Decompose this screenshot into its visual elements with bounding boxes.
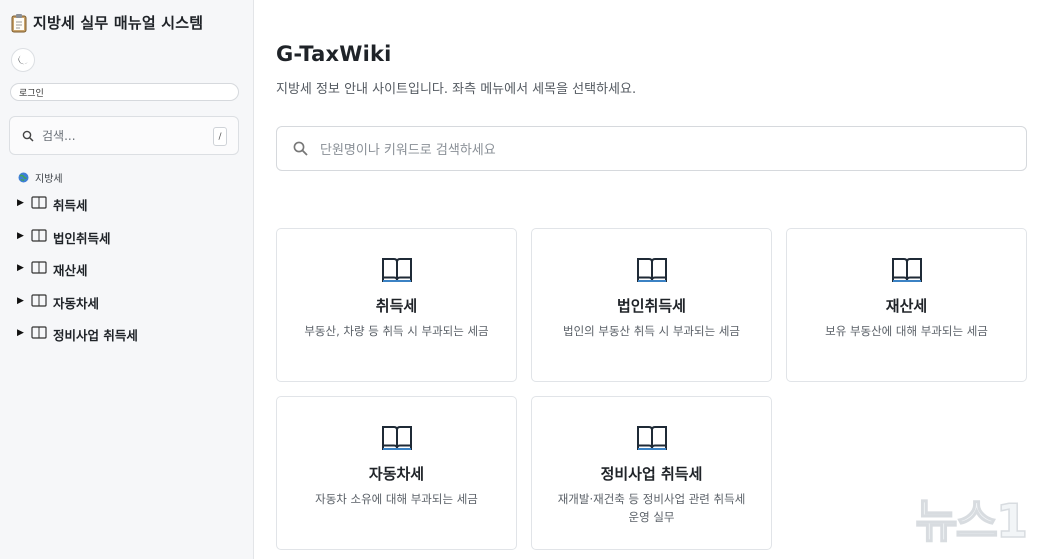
sidebar-item-vehicle-tax[interactable]: ▶ 자동차세 xyxy=(17,291,138,324)
open-book-icon xyxy=(381,258,412,282)
book-outline-icon xyxy=(31,261,47,274)
sidebar-item-label: 정비사업 취득세 xyxy=(53,328,138,343)
clipboard-icon xyxy=(11,13,27,32)
sidebar-item-acquisition-tax[interactable]: ▶ 취득세 xyxy=(17,193,138,226)
sidebar-item-label: 자동차세 xyxy=(53,295,100,311)
watermark-text: 뉴스1 xyxy=(915,493,1029,549)
section-label-text: 지방세 xyxy=(35,174,63,185)
open-book-icon xyxy=(381,426,412,450)
page-subtitle: 지방세 정보 안내 사이트입니다. 좌측 메뉴에서 세목을 선택하세요. xyxy=(276,82,637,97)
news-watermark: 뉴스1 xyxy=(915,485,1029,551)
sidebar-item-label: 법인취득세 xyxy=(53,230,111,246)
sidebar-tree: ▶ 취득세 ▶ 법인취득세 ▶ 재산세 ▶ 자동차세 ▶ 정비사업 취득세 xyxy=(17,193,138,356)
section-label: 지방세 xyxy=(18,170,63,185)
sidebar-search-placeholder: 검색... xyxy=(42,129,76,143)
search-icon xyxy=(293,141,308,156)
card-title: 정비사업 취득세 xyxy=(600,465,703,483)
card-title: 법인취득세 xyxy=(616,297,686,315)
card-description: 법인의 부동산 취득 시 부과되는 세금 xyxy=(563,324,740,338)
card-title: 자동차세 xyxy=(368,465,425,483)
card-acquisition-tax[interactable]: 취득세 부동산, 차량 등 취득 시 부과되는 세금 xyxy=(276,228,517,382)
sidebar-item-property-tax[interactable]: ▶ 재산세 xyxy=(17,258,138,291)
sidebar-item-corporate-acquisition-tax[interactable]: ▶ 법인취득세 xyxy=(17,226,138,259)
open-book-icon xyxy=(636,426,667,450)
theme-toggle-button[interactable] xyxy=(11,48,35,72)
search-shortcut-key: / xyxy=(213,127,227,146)
card-description: 자동차 소유에 대해 부과되는 세금 xyxy=(315,492,478,506)
book-outline-icon xyxy=(31,196,47,209)
card-description: 부동산, 차량 등 취득 시 부과되는 세금 xyxy=(304,324,489,338)
triangle-right-icon[interactable]: ▶ xyxy=(17,231,25,241)
triangle-right-icon[interactable]: ▶ xyxy=(17,263,25,273)
app-title[interactable]: 지방세 실무 매뉴얼 시스템 xyxy=(11,12,203,33)
sidebar-item-label: 취득세 xyxy=(53,198,88,213)
card-description: 보유 부동산에 대해 부과되는 세금 xyxy=(825,324,988,338)
app-title-text: 지방세 실무 매뉴얼 시스템 xyxy=(33,14,204,32)
book-outline-icon xyxy=(31,293,47,307)
card-description: 재개발·재건축 등 정비사업 관련 취득세 운영 실무 xyxy=(557,492,746,524)
login-button[interactable]: 로그인 xyxy=(10,83,239,101)
triangle-right-icon[interactable]: ▶ xyxy=(17,198,25,208)
book-outline-icon xyxy=(31,326,47,339)
card-vehicle-tax[interactable]: 자동차세 자동차 소유에 대해 부과되는 세금 xyxy=(276,396,517,550)
card-property-tax[interactable]: 재산세 보유 부동산에 대해 부과되는 세금 xyxy=(786,228,1027,382)
triangle-right-icon[interactable]: ▶ xyxy=(17,296,25,306)
card-corporate-acquisition-tax[interactable]: 법인취득세 법인의 부동산 취득 시 부과되는 세금 xyxy=(531,228,772,382)
main-content: G-TaxWiki 지방세 정보 안내 사이트입니다. 좌측 메뉴에서 세목을 … xyxy=(254,0,1040,559)
card-title: 취득세 xyxy=(375,297,418,315)
card-redevelopment-acquisition-tax[interactable]: 정비사업 취득세 재개발·재건축 등 정비사업 관련 취득세 운영 실무 xyxy=(531,396,772,550)
globe-icon xyxy=(18,172,29,183)
moon-icon xyxy=(18,55,28,65)
card-title: 재산세 xyxy=(885,297,928,315)
sidebar-search-input[interactable]: 검색... / xyxy=(9,116,239,155)
open-book-icon xyxy=(891,258,922,282)
search-icon xyxy=(22,130,34,142)
main-search-input[interactable]: 단원명이나 키워드로 검색하세요 xyxy=(276,126,1027,171)
open-book-icon xyxy=(636,258,667,282)
sidebar-item-label: 재산세 xyxy=(53,263,88,278)
page-title: G-TaxWiki xyxy=(276,42,392,66)
triangle-right-icon[interactable]: ▶ xyxy=(17,328,25,338)
sidebar-item-redevelopment-acquisition-tax[interactable]: ▶ 정비사업 취득세 xyxy=(17,323,138,356)
book-outline-icon xyxy=(31,228,47,242)
main-search-placeholder: 단원명이나 키워드로 검색하세요 xyxy=(320,143,496,158)
sidebar: 지방세 실무 매뉴얼 시스템 로그인 검색... / 지방세 ▶ 취득세 ▶ 법… xyxy=(0,0,254,559)
